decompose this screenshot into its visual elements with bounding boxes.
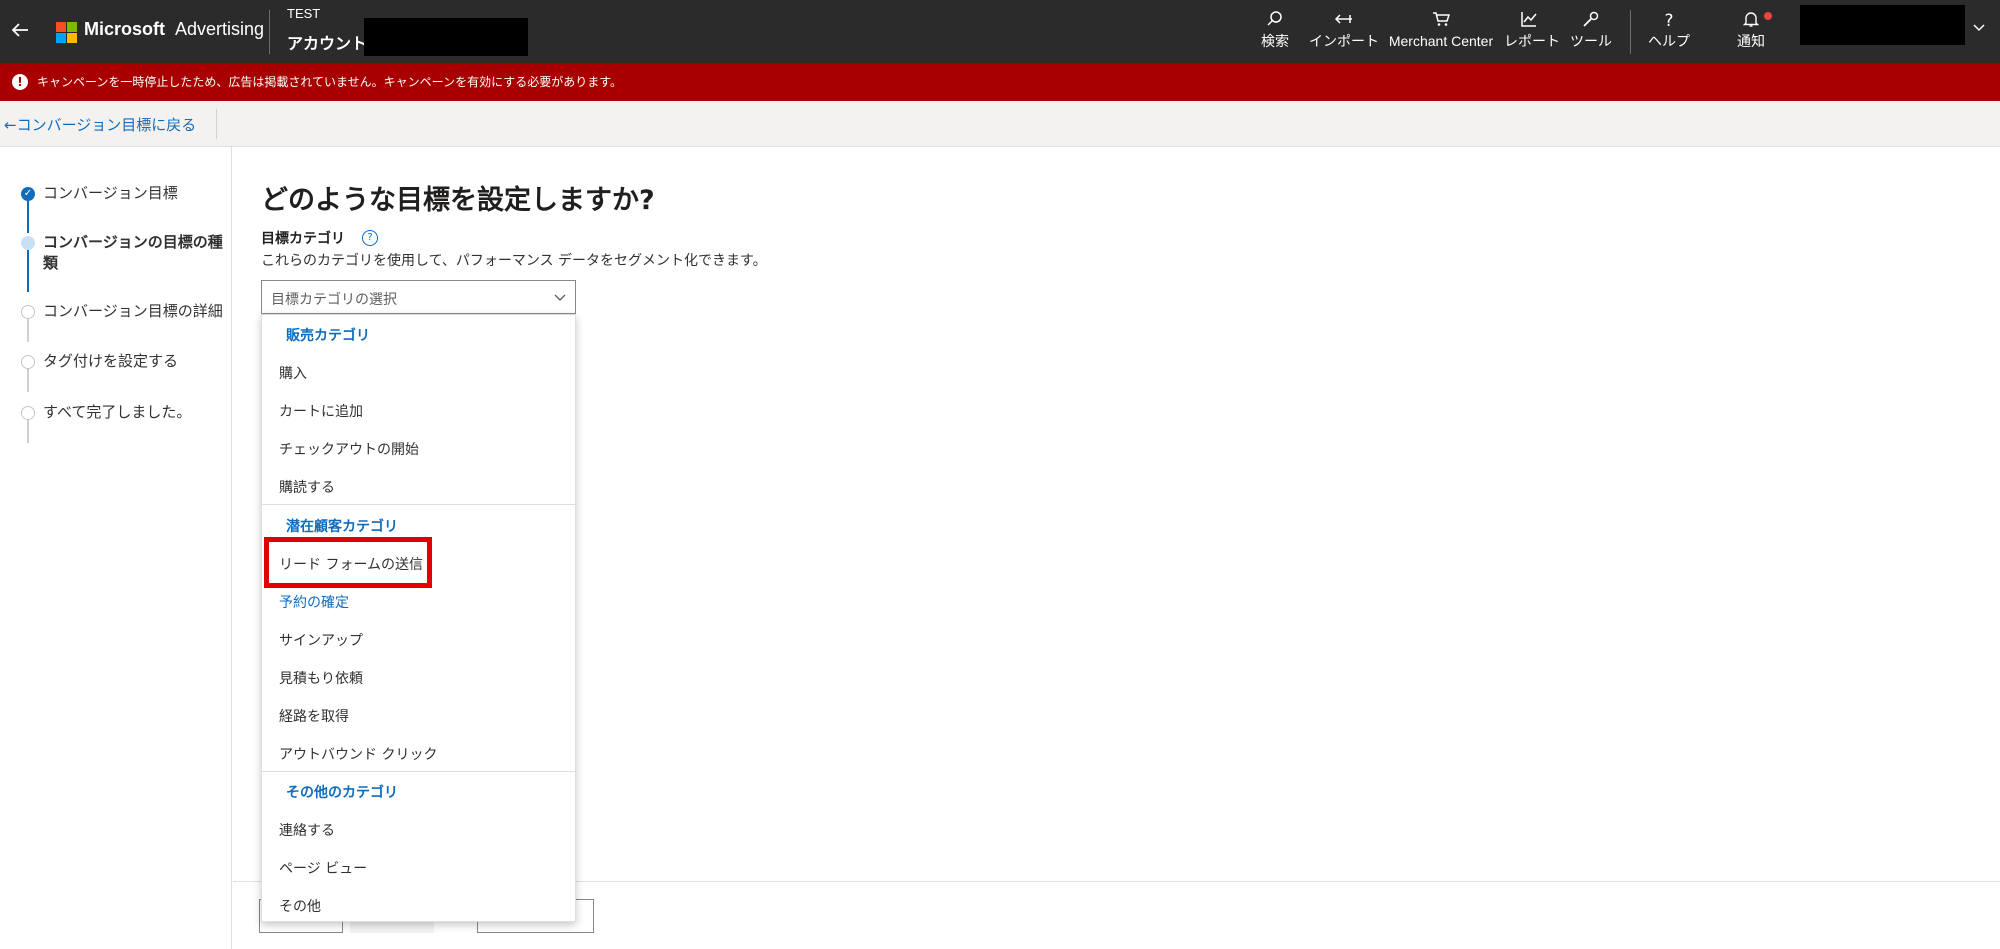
microsoft-logo-icon xyxy=(56,22,77,43)
group-divider xyxy=(262,504,575,505)
nav-import-label: インポート xyxy=(1309,33,1379,49)
check-icon: ✓ xyxy=(21,187,35,201)
nav-reports-button[interactable]: レポート xyxy=(1504,10,1560,54)
goal-category-select[interactable]: 目標カテゴリの選択 xyxy=(261,280,576,314)
goal-category-description: これらのカテゴリを使用して、パフォーマンス データをセグメント化できます。 xyxy=(261,253,767,269)
step-pending-indicator xyxy=(21,305,35,319)
step-pending-indicator xyxy=(21,355,35,369)
step-current-indicator xyxy=(21,236,35,250)
page-title: どのような目標を設定しますか? xyxy=(261,185,655,216)
step-connector xyxy=(27,316,29,342)
import-icon xyxy=(1306,10,1382,32)
top-bar: Microsoft Advertising TEST アカウント 検索 インポート… xyxy=(0,0,2000,63)
nav-search-button[interactable]: 検索 xyxy=(1258,10,1292,54)
brand-advertising: Advertising xyxy=(175,19,265,39)
nav-help-button[interactable]: ? ヘルプ xyxy=(1644,10,1694,54)
option-get-directions[interactable]: 経路を取得 xyxy=(262,698,575,736)
option-page-view[interactable]: ページ ビュー xyxy=(262,850,575,888)
group-divider xyxy=(262,771,575,772)
breadcrumb: ←コンバージョン目標に戻る xyxy=(0,101,2000,147)
step-connector xyxy=(27,248,29,292)
option-subscribe[interactable]: 購読する xyxy=(262,469,575,507)
notification-badge xyxy=(1764,12,1772,20)
step-connector xyxy=(27,199,29,233)
nav-notifications-label: 通知 xyxy=(1737,33,1765,49)
redacted-user-name xyxy=(1800,5,1965,45)
bell-icon xyxy=(1734,10,1772,32)
option-contact[interactable]: 連絡する xyxy=(262,812,575,850)
step-conversion-goal[interactable]: コンバージョン目標 xyxy=(43,183,178,204)
step-connector xyxy=(27,366,29,392)
chevron-down-icon xyxy=(553,287,567,309)
cart-icon xyxy=(1385,10,1497,32)
chart-icon xyxy=(1504,10,1554,32)
chevron-down-icon[interactable] xyxy=(1972,19,1986,38)
account-label[interactable]: アカウント xyxy=(287,30,367,54)
nav-help-label: ヘルプ xyxy=(1648,33,1690,49)
step-all-done[interactable]: すべて完了しました。 xyxy=(43,402,191,423)
nav-tools-button[interactable]: ツール xyxy=(1566,10,1616,54)
select-placeholder: 目標カテゴリの選択 xyxy=(271,292,397,308)
alert-icon: ! xyxy=(12,74,28,90)
option-begin-checkout[interactable]: チェックアウトの開始 xyxy=(262,431,575,469)
steps-sidebar: ✓ コンバージョン目標 コンバージョンの目標の種類 コンバージョン目標の詳細 タ… xyxy=(0,147,232,949)
search-icon xyxy=(1258,10,1292,32)
group-header-sales: 販売カテゴリ xyxy=(286,328,370,344)
step-pending-indicator xyxy=(21,406,35,420)
wrench-icon xyxy=(1566,10,1616,32)
brand-name[interactable]: Microsoft Advertising xyxy=(84,19,264,40)
highlight-box xyxy=(264,537,432,588)
back-arrow-icon[interactable] xyxy=(8,16,32,44)
brand-microsoft: Microsoft xyxy=(84,19,165,39)
nav-import-button[interactable]: インポート xyxy=(1306,10,1382,54)
step-goal-type[interactable]: コンバージョンの目標の種類 xyxy=(43,232,228,274)
nav-notifications-button[interactable]: 通知 xyxy=(1734,10,1772,54)
option-sign-up[interactable]: サインアップ xyxy=(262,622,575,660)
option-book-appointment[interactable]: 予約の確定 xyxy=(262,584,575,622)
help-icon: ? xyxy=(1664,11,1674,31)
group-header-other: その他のカテゴリ xyxy=(286,785,398,801)
nav-tools-label: ツール xyxy=(1570,33,1612,49)
step-connector xyxy=(27,417,29,443)
divider xyxy=(1630,10,1631,54)
step-goal-details[interactable]: コンバージョン目標の詳細 xyxy=(43,301,223,322)
step-tagging[interactable]: タグ付けを設定する xyxy=(43,351,178,372)
alert-banner: ! キャンペーンを一時停止したため、広告は掲載されていません。キャンペーンを有効… xyxy=(0,63,2000,101)
option-other[interactable]: その他 xyxy=(262,888,575,921)
option-outbound-click[interactable]: アウトバウンド クリック xyxy=(262,736,575,774)
goal-category-dropdown: 販売カテゴリ 購入 カートに追加 チェックアウトの開始 購読する 潜在顧客カテゴ… xyxy=(261,314,576,922)
option-purchase[interactable]: 購入 xyxy=(262,355,575,393)
help-circle-icon[interactable]: ? xyxy=(362,230,378,246)
option-add-to-cart[interactable]: カートに追加 xyxy=(262,393,575,431)
back-to-conversion-goals-link[interactable]: ←コンバージョン目標に戻る xyxy=(4,114,196,135)
alert-text: キャンペーンを一時停止したため、広告は掲載されていません。キャンペーンを有効にす… xyxy=(37,75,623,89)
goal-category-label: 目標カテゴリ xyxy=(261,231,345,247)
nav-merchant-center-button[interactable]: Merchant Center xyxy=(1385,10,1497,54)
nav-search-label: 検索 xyxy=(1261,33,1289,49)
option-request-quote[interactable]: 見積もり依頼 xyxy=(262,660,575,698)
nav-reports-label: レポート xyxy=(1504,33,1560,49)
redacted-account-name xyxy=(364,18,528,56)
account-type-label: TEST xyxy=(287,6,321,21)
divider xyxy=(269,10,270,54)
nav-merchant-center-label: Merchant Center xyxy=(1388,33,1494,49)
divider xyxy=(216,109,217,139)
